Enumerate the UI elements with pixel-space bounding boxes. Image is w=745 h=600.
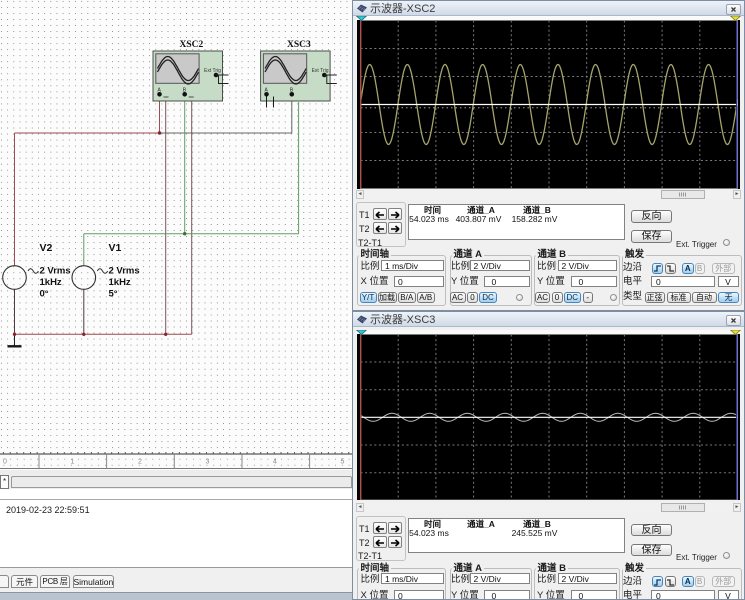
svg-text:V1: V1 <box>109 242 122 254</box>
svg-text:1kHz: 1kHz <box>109 277 131 288</box>
svg-text:1kHz: 1kHz <box>40 277 62 288</box>
svg-text:XSC3: XSC3 <box>287 40 311 50</box>
svg-text:5°: 5° <box>109 289 118 300</box>
svg-text:XSC2: XSC2 <box>180 40 204 50</box>
svg-text:0: 0 <box>3 459 7 466</box>
svg-text:Ext Trig: Ext Trig <box>312 68 329 74</box>
svg-text:4: 4 <box>273 459 277 466</box>
svg-text:V2: V2 <box>40 242 53 254</box>
svg-text:2: 2 <box>138 459 142 466</box>
svg-text:Ext Trig: Ext Trig <box>204 68 221 74</box>
svg-text:1: 1 <box>71 459 75 466</box>
svg-text:2 Vrms: 2 Vrms <box>109 266 140 277</box>
svg-text:5: 5 <box>341 459 345 466</box>
svg-text:0°: 0° <box>40 289 49 300</box>
svg-text:2 Vrms: 2 Vrms <box>40 266 71 277</box>
svg-text:3: 3 <box>206 459 210 466</box>
